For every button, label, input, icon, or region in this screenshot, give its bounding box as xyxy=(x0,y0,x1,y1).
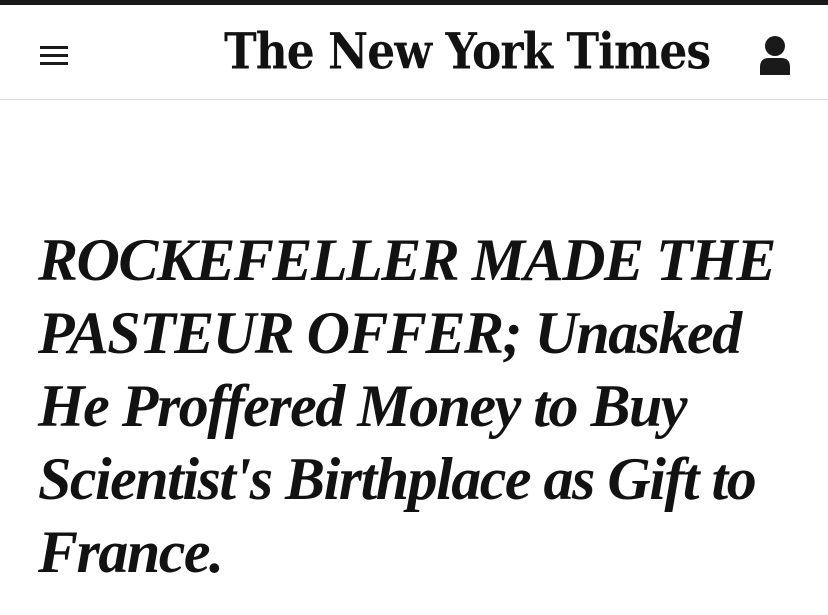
user-silhouette-icon xyxy=(760,36,790,75)
menu-line xyxy=(40,62,68,65)
nyt-logo[interactable]: The New York Times xyxy=(224,19,711,86)
menu-line xyxy=(40,46,68,49)
site-header: The New York Times xyxy=(0,5,828,100)
hamburger-menu-icon[interactable] xyxy=(38,43,70,67)
menu-line xyxy=(40,54,68,57)
user-icon[interactable] xyxy=(758,35,792,75)
article-headline: ROCKEFELLER MADE THE PASTEUR OFFER; Unas… xyxy=(38,227,776,585)
